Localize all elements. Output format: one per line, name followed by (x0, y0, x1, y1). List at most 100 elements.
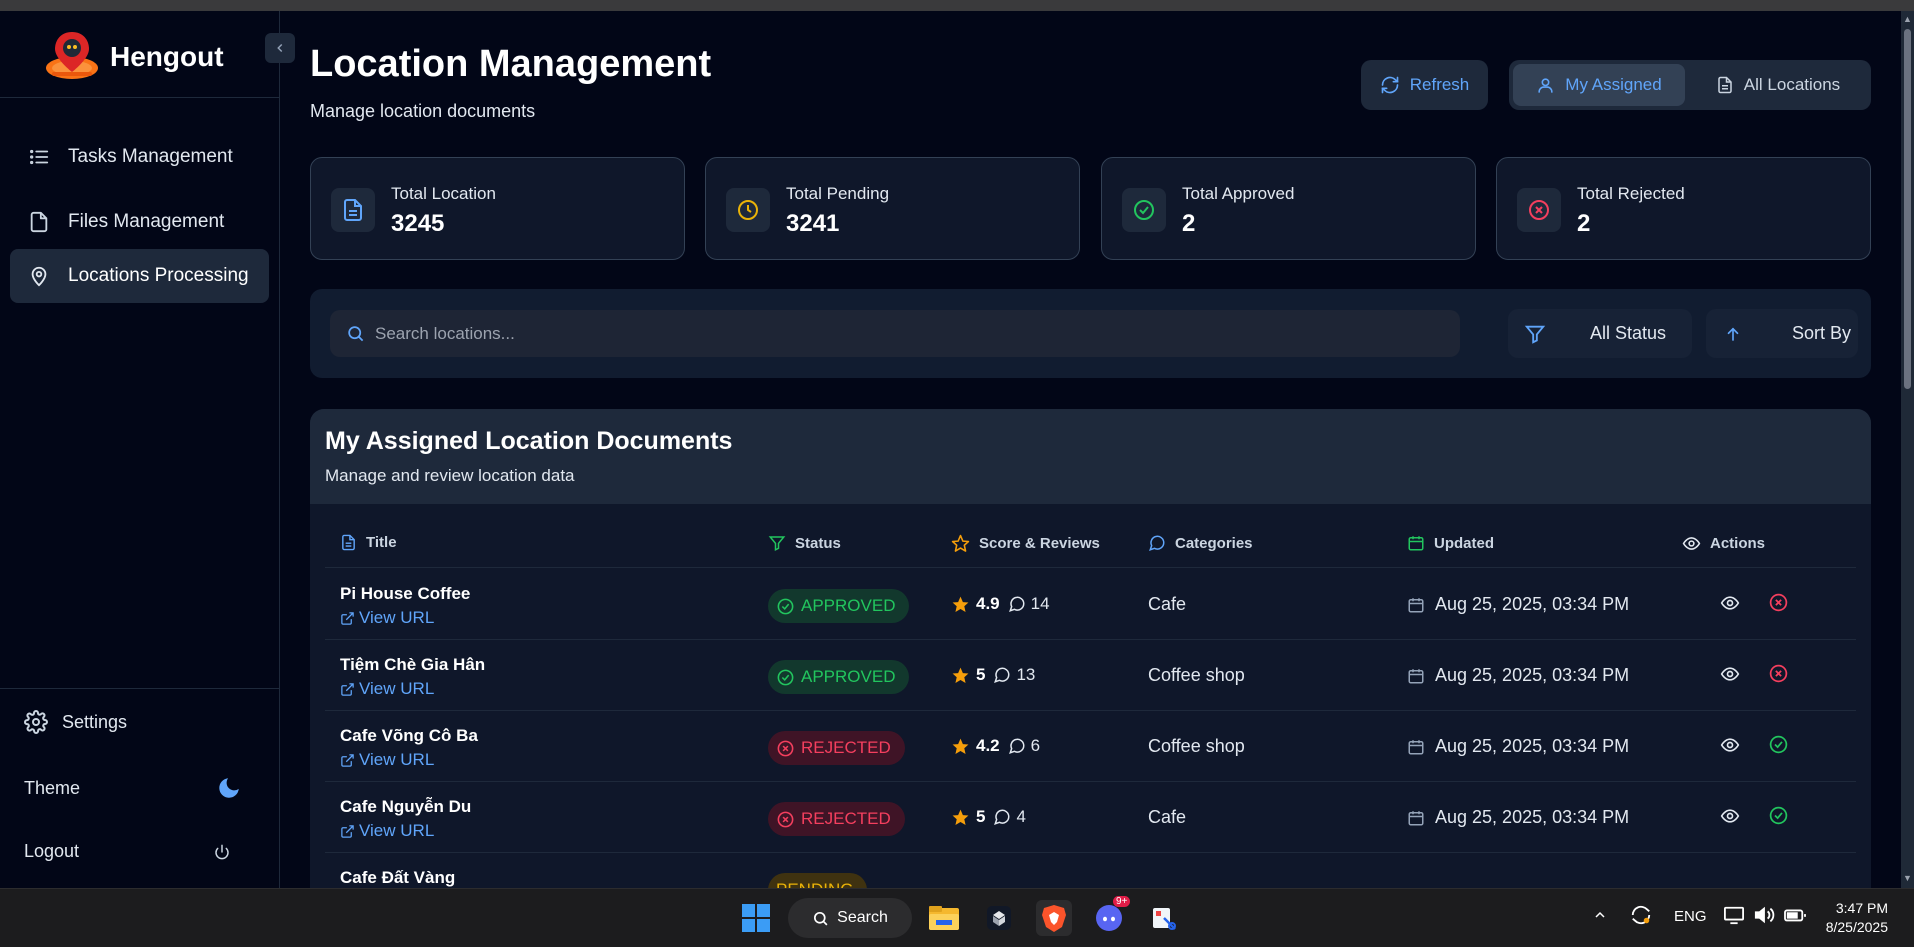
review-count: 4 (1016, 807, 1026, 826)
sidebar-item-files-management[interactable]: Files Management (10, 195, 269, 249)
location-title: Cafe Nguyễn Du (340, 797, 472, 816)
external-link-icon (341, 824, 354, 838)
check-circle-icon (1134, 200, 1154, 220)
browser-top-strip (0, 0, 1914, 11)
stat-value: 3245 (391, 210, 445, 237)
approve-check-circle-icon[interactable] (1768, 805, 1789, 826)
language-indicator[interactable]: ENG (1674, 908, 1707, 925)
collapse-sidebar-button[interactable] (265, 33, 295, 63)
stat-icon-box (726, 188, 770, 232)
refresh-button[interactable]: Refresh (1361, 60, 1488, 110)
view-eye-icon[interactable] (1720, 735, 1740, 755)
view-url-link[interactable]: View URL (340, 821, 434, 841)
search-input[interactable] (375, 323, 1375, 344)
location-title: Pi House Coffee (340, 584, 471, 603)
scrollbar-thumb[interactable] (1904, 29, 1911, 389)
file-icon (30, 211, 48, 233)
view-url-label: View URL (359, 679, 435, 698)
tab-my-assigned[interactable]: My Assigned (1513, 64, 1685, 106)
windows-start-icon[interactable] (738, 900, 774, 936)
sandbox-app-icon[interactable] (981, 900, 1017, 936)
status-text: APPROVED (801, 596, 896, 615)
brand-header: Hengout (0, 11, 280, 98)
x-circle-icon (777, 811, 794, 827)
theme-toggle-row[interactable]: Theme (24, 775, 256, 801)
status-text: APPROVED (801, 667, 896, 686)
view-eye-icon[interactable] (1720, 806, 1740, 826)
score-value: 4.9 (976, 594, 1000, 613)
page-title: Location Management (310, 43, 712, 85)
moon-icon[interactable] (216, 775, 242, 801)
logout-button[interactable]: Logout (24, 841, 244, 862)
sidebar-item-tasks-management[interactable]: Tasks Management (10, 130, 269, 184)
comment-icon (1008, 596, 1025, 612)
theme-label: Theme (24, 777, 81, 798)
status-filter-dropdown[interactable]: All Status (1508, 309, 1692, 358)
gear-icon (24, 710, 48, 734)
settings-button[interactable]: Settings (24, 710, 127, 734)
scroll-down-icon[interactable]: ▼ (1903, 873, 1912, 883)
reject-x-circle-icon[interactable] (1768, 592, 1789, 613)
star-icon (952, 667, 969, 683)
category: Cafe (1148, 594, 1187, 614)
column-header-title[interactable]: Title (340, 534, 397, 551)
approve-check-circle-icon[interactable] (1768, 734, 1789, 755)
star-outline-icon (951, 534, 970, 552)
column-header-score-reviews[interactable]: Score & Reviews (951, 534, 1100, 553)
brave-browser-icon[interactable] (1036, 900, 1072, 936)
stat-card-total-rejected: Total Rejected 2 (1496, 157, 1871, 260)
check-circle-icon (777, 598, 794, 614)
column-header-updated[interactable]: Updated (1407, 534, 1494, 552)
discord-icon[interactable]: 9+ (1091, 896, 1131, 936)
status-badge: REJECTED (768, 731, 905, 765)
view-url-link[interactable]: View URL (340, 750, 434, 770)
stat-value: 3241 (786, 210, 840, 237)
filter-icon (1524, 325, 1546, 344)
column-header-categories[interactable]: Categories (1148, 534, 1253, 552)
location-title: Cafe Đất Vàng (340, 868, 456, 887)
calendar-icon (1408, 668, 1424, 683)
view-eye-icon[interactable] (1720, 664, 1740, 684)
status-badge: REJECTED (768, 802, 905, 836)
score-value: 5 (976, 807, 986, 826)
clock-time: 3:47 PM (1835, 900, 1888, 916)
search-icon (814, 911, 828, 925)
x-circle-icon (777, 740, 794, 756)
sync-icon[interactable] (1630, 904, 1652, 930)
network-icon[interactable] (1723, 905, 1745, 929)
reject-x-circle-icon[interactable] (1768, 663, 1789, 684)
file-explorer-icon[interactable] (926, 900, 962, 936)
tab-all-locations[interactable]: All Locations (1689, 64, 1867, 106)
tab-my-assigned-label: My Assigned (1565, 75, 1662, 94)
view-url-label: View URL (359, 608, 435, 627)
windows-taskbar: Search 9+ ENG 3:47 PM 8/25/2025 (0, 888, 1914, 947)
sidebar-item-locations-processing[interactable]: Locations Processing (10, 249, 269, 303)
view-url-label: View URL (359, 821, 435, 840)
stat-label: Total Location (391, 184, 496, 203)
view-url-link[interactable]: View URL (340, 679, 434, 699)
brand-name: Hengout (110, 41, 224, 72)
column-header-label: Status (795, 534, 841, 552)
volume-icon[interactable] (1753, 905, 1775, 929)
score-reviews: 4.2 6 (951, 736, 1040, 756)
column-header-status[interactable]: Status (768, 534, 841, 552)
battery-icon[interactable] (1783, 905, 1807, 929)
stat-icon-box (1122, 188, 1166, 232)
taskbar-search-button[interactable]: Search (788, 898, 912, 938)
scroll-up-icon[interactable]: ▲ (1903, 14, 1912, 24)
app-window: Hengout Tasks Management Files Managemen… (0, 11, 1914, 888)
sort-by-dropdown[interactable]: Sort By (1706, 309, 1858, 358)
page-scrollbar[interactable]: ▲ ▼ (1901, 11, 1914, 888)
system-clock[interactable]: 3:47 PM 8/25/2025 (1808, 899, 1888, 937)
view-url-link[interactable]: View URL (340, 608, 434, 628)
table-card-header: My Assigned Location Documents Manage an… (310, 409, 1871, 504)
user-icon (1538, 77, 1553, 93)
updated-date: Aug 25, 2025, 03:34 PM (1407, 594, 1629, 615)
stat-label: Total Rejected (1577, 184, 1685, 203)
updated-date: Aug 25, 2025, 03:34 PM (1407, 807, 1629, 828)
view-eye-icon[interactable] (1720, 593, 1740, 613)
show-hidden-icons-chevron-icon[interactable] (1592, 907, 1608, 927)
refresh-label: Refresh (1409, 75, 1470, 94)
snipping-tool-icon[interactable] (1146, 900, 1182, 936)
external-link-icon (341, 753, 354, 767)
